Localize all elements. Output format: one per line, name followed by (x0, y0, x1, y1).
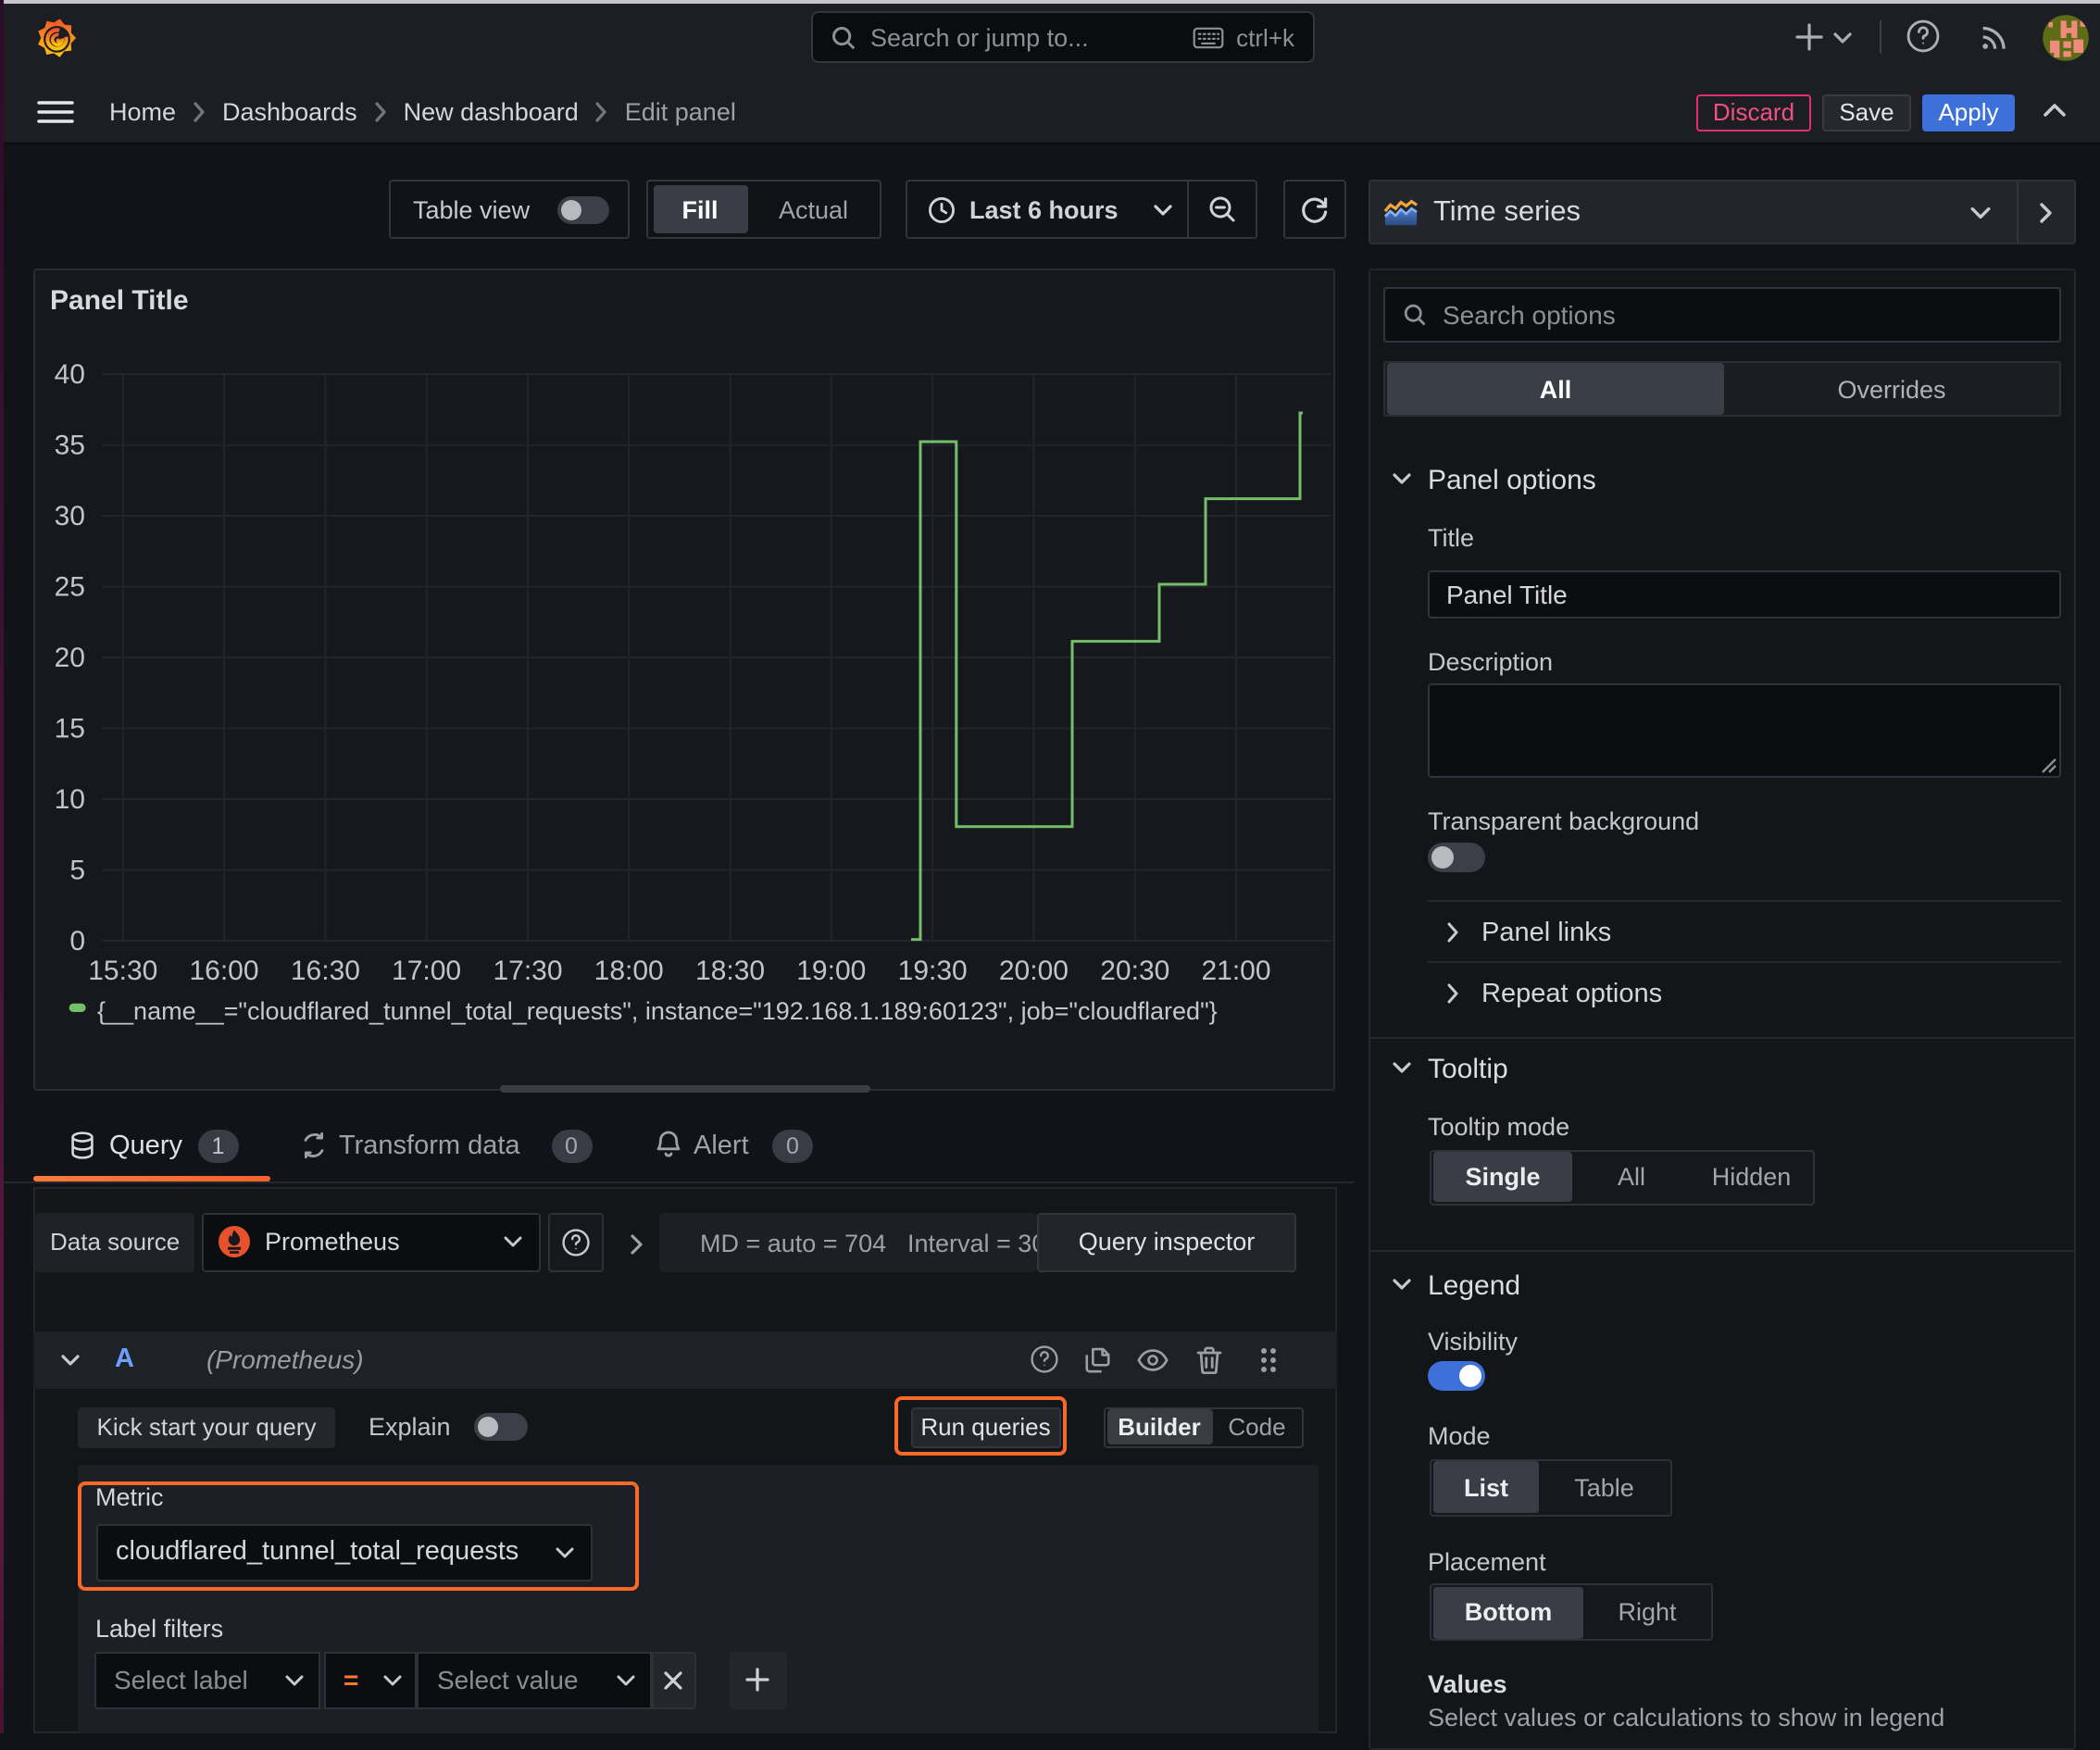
svg-text:15: 15 (55, 714, 85, 744)
svg-text:{__name__="cloudflared_tunnel_: {__name__="cloudflared_tunnel_total_requ… (97, 997, 1218, 1025)
svg-text:20:30: 20:30 (1100, 956, 1169, 986)
svg-text:16:00: 16:00 (189, 956, 258, 986)
svg-text:21:00: 21:00 (1201, 956, 1270, 986)
svg-text:20: 20 (55, 643, 85, 673)
svg-text:5: 5 (69, 856, 85, 886)
svg-text:19:30: 19:30 (898, 956, 968, 986)
svg-text:30: 30 (55, 501, 85, 531)
svg-text:40: 40 (55, 359, 85, 390)
svg-text:15:30: 15:30 (88, 956, 157, 986)
svg-text:0: 0 (69, 926, 85, 956)
svg-text:16:30: 16:30 (291, 956, 360, 986)
svg-text:17:30: 17:30 (493, 956, 562, 986)
svg-text:35: 35 (55, 431, 85, 461)
svg-text:20:00: 20:00 (999, 956, 1069, 986)
svg-text:18:30: 18:30 (695, 956, 765, 986)
svg-text:19:00: 19:00 (796, 956, 866, 986)
svg-text:10: 10 (55, 784, 85, 815)
svg-text:25: 25 (55, 572, 85, 603)
svg-text:17:00: 17:00 (392, 956, 461, 986)
svg-text:18:00: 18:00 (594, 956, 664, 986)
